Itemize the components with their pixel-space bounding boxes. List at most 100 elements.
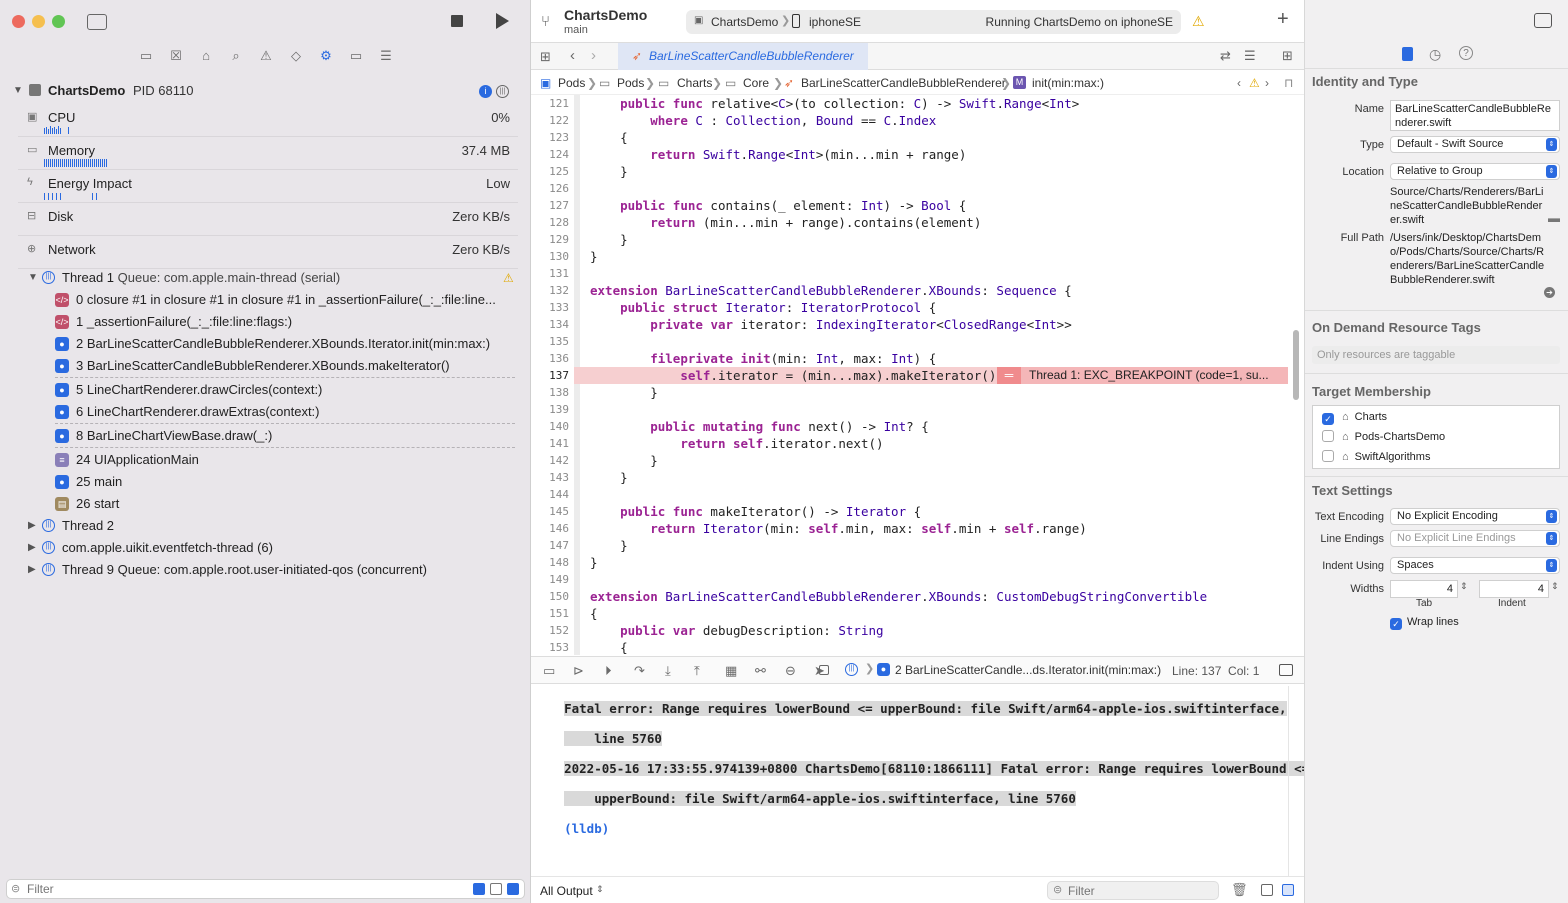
checkbox-icon[interactable]: [1322, 430, 1334, 442]
line-number[interactable]: 152: [531, 622, 569, 639]
breadcrumb-item[interactable]: Charts: [677, 76, 712, 90]
filter-table-icon[interactable]: [490, 883, 502, 895]
environment-icon[interactable]: ⊖: [785, 663, 796, 679]
hide-debug-area-icon[interactable]: ▭: [543, 663, 555, 679]
line-number[interactable]: 123: [531, 129, 569, 146]
disclosure-closed-icon[interactable]: ▶: [28, 559, 36, 581]
disclosure-closed-icon[interactable]: ▶: [28, 537, 36, 559]
stack-frame[interactable]: </> 1 _assertionFailure(_:_:file:line:fla…: [55, 311, 515, 333]
stack-frame[interactable]: ● 8 BarLineChartViewBase.draw(_:): [55, 425, 515, 447]
inspector-toggle-icon[interactable]: [1534, 13, 1552, 28]
gauge-network[interactable]: ⊕ Network Zero KB/s: [18, 236, 518, 269]
gauge-memory[interactable]: ▭ Memory 37.4 MB: [18, 137, 518, 170]
breadcrumb-item[interactable]: Pods: [617, 76, 644, 90]
stack-frame[interactable]: ● 5 LineChartRenderer.drawCircles(context…: [55, 379, 515, 401]
line-number[interactable]: 143: [531, 469, 569, 486]
debug-icon[interactable]: ⚙: [318, 48, 334, 64]
close-window-button[interactable]: [12, 15, 25, 28]
wrap-lines-toggle[interactable]: ✓ Wrap lines: [1390, 613, 1459, 631]
folder-icon[interactable]: ▭: [138, 48, 154, 64]
line-number[interactable]: 124: [531, 146, 569, 163]
tab-width-field[interactable]: 4: [1390, 580, 1458, 598]
name-field[interactable]: BarLineScatterCandleBubbleRenderer.swift: [1390, 100, 1560, 131]
stack-frame[interactable]: ≡ 24 UIApplicationMain: [55, 449, 515, 471]
indent-width-stepper[interactable]: ⇕: [1551, 581, 1559, 592]
device-name[interactable]: iphoneSE: [809, 15, 861, 29]
file-inspector-icon[interactable]: [1402, 47, 1413, 61]
line-number[interactable]: 125: [531, 163, 569, 180]
line-number[interactable]: 139: [531, 401, 569, 418]
next-issue-icon[interactable]: ›: [1265, 76, 1269, 90]
line-number[interactable]: 146: [531, 520, 569, 537]
line-number[interactable]: 128: [531, 214, 569, 231]
line-number[interactable]: 144: [531, 486, 569, 503]
step-in-icon[interactable]: ⤓: [665, 663, 671, 679]
history-icon[interactable]: ◷: [1429, 46, 1441, 63]
navigator-filter-input[interactable]: [27, 881, 447, 897]
breakpoint-icon[interactable]: ▭: [348, 48, 364, 64]
continue-icon[interactable]: ⏵: [605, 663, 612, 679]
filter-person-icon[interactable]: [507, 883, 519, 895]
line-number[interactable]: 132: [531, 282, 569, 299]
test-icon[interactable]: ◇: [288, 48, 304, 64]
line-number[interactable]: 145: [531, 503, 569, 520]
forward-icon[interactable]: ›: [591, 47, 596, 64]
line-number[interactable]: 153: [531, 639, 569, 655]
indent-width-field[interactable]: 4: [1479, 580, 1549, 598]
navigator-filter-field[interactable]: ⊜: [6, 879, 525, 899]
line-number[interactable]: 133: [531, 299, 569, 316]
target-row-charts[interactable]: ✓ ⌂ Charts: [1322, 408, 1387, 426]
line-endings-select[interactable]: No Explicit Line Endings ⇕: [1390, 530, 1560, 547]
console-output[interactable]: Fatal error: Range requires lowerBound <…: [534, 686, 1310, 876]
gauge-disk[interactable]: ⊟ Disk Zero KB/s: [18, 203, 518, 236]
help-icon[interactable]: ?: [1459, 46, 1473, 60]
disclosure-open-icon[interactable]: ▼: [28, 267, 38, 289]
code-editor[interactable]: ═ Thread 1: EXC_BREAKPOINT (code=1, su..…: [531, 95, 1304, 655]
line-number[interactable]: 138: [531, 384, 569, 401]
stack-frame[interactable]: ● 2 BarLineScatterCandleBubbleRenderer.XB…: [55, 333, 515, 355]
lock-icon[interactable]: ⊓: [1284, 76, 1293, 90]
output-scope-select[interactable]: All Output: [540, 884, 593, 898]
grid-icon[interactable]: ⊞: [540, 49, 551, 65]
line-number[interactable]: 121: [531, 95, 569, 112]
breadcrumb-item[interactable]: BarLineScatterCandleBubbleRenderer: [801, 76, 1006, 90]
target-row-pods[interactable]: ⌂ Pods-ChartsDemo: [1322, 428, 1445, 446]
folder-icon[interactable]: ▬: [1548, 211, 1560, 225]
checkbox-checked-icon[interactable]: ✓: [1390, 618, 1402, 630]
zoom-window-button[interactable]: [52, 15, 65, 28]
checkbox-checked-icon[interactable]: ✓: [1322, 413, 1334, 425]
thread-row[interactable]: ▶ ||| Thread 2: [28, 515, 518, 537]
find-icon[interactable]: ⌕: [228, 48, 244, 64]
disclosure-closed-icon[interactable]: ▶: [28, 515, 36, 537]
breakpoints-toggle-icon[interactable]: ⊳: [573, 663, 584, 679]
breadcrumb-item[interactable]: init(min:max:): [1032, 76, 1104, 90]
line-number[interactable]: 141: [531, 435, 569, 452]
line-number[interactable]: 148: [531, 554, 569, 571]
line-number[interactable]: 126: [531, 180, 569, 197]
stack-frame[interactable]: </> 0 closure #1 in closure #1 in closure…: [55, 289, 515, 311]
editor-options-icon[interactable]: ☰: [1244, 48, 1256, 64]
line-number[interactable]: 129: [531, 231, 569, 248]
minimize-window-button[interactable]: [32, 15, 45, 28]
encoding-select[interactable]: No Explicit Encoding ⇕: [1390, 508, 1560, 525]
tab-file[interactable]: ➶ BarLineScatterCandleBubbleRenderer: [618, 43, 868, 70]
scheme-name[interactable]: ChartsDemo: [711, 15, 778, 29]
step-out-icon[interactable]: ⤒: [694, 663, 700, 679]
line-number[interactable]: 122: [531, 112, 569, 129]
line-number[interactable]: 142: [531, 452, 569, 469]
line-number[interactable]: 131: [531, 265, 569, 282]
editor-scrollbar[interactable]: [1293, 330, 1299, 400]
line-number[interactable]: 147: [531, 537, 569, 554]
stack-frame[interactable]: ▤ 26 start: [55, 493, 515, 515]
thread-icon[interactable]: |||: [845, 663, 858, 676]
indent-using-select[interactable]: Spaces ⇕: [1390, 557, 1560, 574]
line-number[interactable]: 127: [531, 197, 569, 214]
thread-row[interactable]: ▼ ||| Thread 1 Queue: com.apple.main-thr…: [28, 267, 518, 289]
memory-graph-icon[interactable]: ⚯: [755, 663, 766, 679]
show-console-icon[interactable]: [1282, 884, 1294, 896]
line-number[interactable]: 134: [531, 316, 569, 333]
report-icon[interactable]: ☰: [378, 48, 394, 64]
run-icon[interactable]: [496, 13, 509, 29]
thread-row[interactable]: ▶ ||| com.apple.uikit.eventfetch-thread …: [28, 537, 518, 559]
line-number[interactable]: 136: [531, 350, 569, 367]
